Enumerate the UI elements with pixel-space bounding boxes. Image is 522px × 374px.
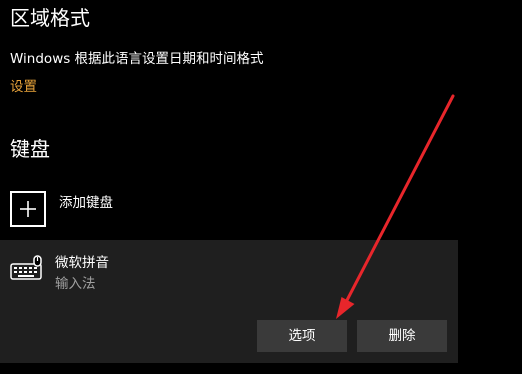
keyboard-icon <box>10 254 44 286</box>
plus-icon <box>10 191 46 227</box>
keyboard-heading: 键盘 <box>10 137 50 161</box>
add-keyboard-label: 添加键盘 <box>59 195 113 211</box>
ime-item-panel[interactable]: 微软拼音 输入法 选项 删除 <box>0 240 458 363</box>
options-button[interactable]: 选项 <box>257 320 347 352</box>
ime-name: 微软拼音 <box>55 255 109 271</box>
settings-link[interactable]: 设置 <box>10 77 37 97</box>
add-keyboard-button[interactable]: 添加键盘 <box>10 191 310 233</box>
delete-button[interactable]: 删除 <box>357 320 447 352</box>
region-format-heading: 区域格式 <box>10 6 90 30</box>
region-format-description: Windows 根据此语言设置日期和时间格式 <box>10 51 264 67</box>
ime-type: 输入法 <box>55 276 96 292</box>
